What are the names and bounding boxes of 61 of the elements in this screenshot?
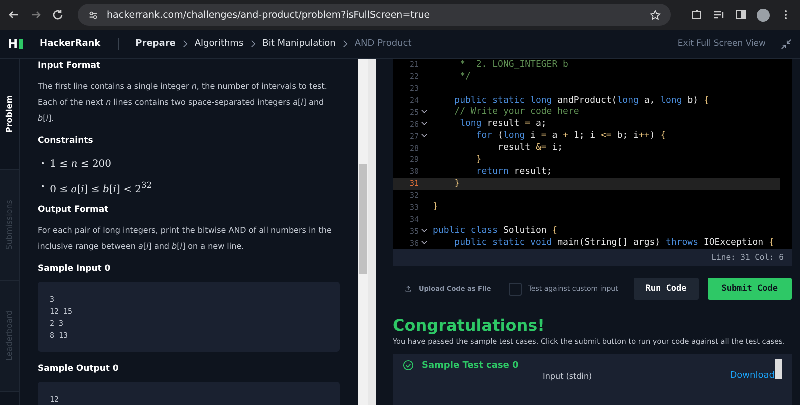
download-link[interactable]: Download (730, 371, 775, 381)
code-line: } (475, 154, 482, 165)
code-line: result &= i; (497, 143, 564, 154)
fold-chevron-icon[interactable] (420, 121, 428, 128)
address-bar[interactable]: hackerrank.com/challenges/and-product/problem?isFullScreen=true (78, 4, 671, 26)
code-line: // Write your code here (454, 107, 580, 118)
cursor-position: Line: 31 Col: 6 (712, 253, 784, 262)
section-heading: Input Format (38, 61, 102, 71)
code-line: */ (459, 72, 471, 82)
upload-icon (405, 286, 412, 292)
star-icon[interactable] (650, 10, 661, 20)
code-line: } (454, 178, 460, 189)
section-heading: Constraints (38, 136, 94, 146)
fold-chevron-icon[interactable] (420, 109, 428, 116)
code-line: public static long andProduct(long a, long b) { (454, 96, 710, 106)
result-title: Congratulations! (393, 316, 546, 335)
scrollbar[interactable] (775, 359, 782, 379)
chevron-icon (182, 40, 188, 48)
code-line: public static void main(String[] args) throws IOException { (454, 238, 774, 248)
test-case-title[interactable]: Sample Test case 0 (422, 360, 519, 370)
scrollbar[interactable] (358, 59, 368, 405)
check-circle-icon (403, 360, 414, 371)
breadcrumb-link[interactable]: Prepare (136, 39, 176, 49)
submit-code-button[interactable]: Submit Code (708, 278, 792, 300)
code-line: long result = a; (459, 119, 547, 130)
constraint-item: 1 ≤ n ≤ 200 (50, 158, 112, 172)
logo-mark[interactable]: H (8, 37, 24, 51)
run-code-button[interactable]: Run Code (634, 278, 699, 300)
fold-chevron-icon[interactable] (420, 133, 428, 140)
url-text: hackerrank.com/challenges/and-product/problem?isFullScreen=true (107, 10, 432, 20)
section-heading: Sample Output 0 (38, 364, 120, 374)
site-settings-icon[interactable] (88, 10, 99, 20)
code-line: return result; (475, 166, 552, 177)
section-heading: Output Format (38, 205, 110, 216)
fold-chevron-icon[interactable] (420, 240, 428, 246)
playlist-icon[interactable] (713, 9, 725, 21)
profile-avatar[interactable] (757, 8, 770, 22)
breadcrumb-link[interactable]: Bit Manipulation (262, 39, 336, 49)
side-panel-icon[interactable] (735, 9, 747, 21)
back-icon[interactable] (8, 9, 20, 21)
description-text: For each pair of long integers, print the bitwise AND of all numbers in the inclusive range between a[i] and b[i] on a new line. (38, 225, 333, 254)
fold-chevron-icon[interactable] (420, 228, 428, 234)
forward-icon[interactable] (30, 9, 42, 21)
section-heading: Sample Input 0 (38, 264, 112, 274)
custom-input-checkbox[interactable] (509, 282, 522, 296)
code-line: * 2. LONG_INTEGER b (459, 60, 568, 70)
exit-fullscreen-link[interactable]: Exit Full Screen View (678, 39, 766, 49)
description-text: The first line contains a single integer n, the number of intervals to test. Each of the next n lines contains two space-separated integers a[i] and b[i]. (38, 81, 328, 125)
extensions-icon[interactable] (691, 9, 703, 21)
chevron-icon (250, 40, 256, 48)
code-line: } (433, 202, 438, 212)
chevron-icon (342, 40, 348, 48)
code-line: public class Solution { (433, 226, 558, 236)
collapse-icon[interactable] (781, 38, 792, 50)
breadcrumb-link[interactable]: Algorithms (194, 39, 244, 49)
code-line: for (long i = a + 1; i <= b; i++) { (475, 131, 666, 142)
constraint-item: 0 ≤ a[i] ≤ b[i] < 2$^{32}$ (50, 179, 152, 198)
brand-name[interactable]: HackerRank (40, 39, 101, 49)
reload-icon[interactable] (52, 9, 64, 21)
input-label: Input (stdin) (543, 372, 592, 380)
code-editor[interactable] (393, 59, 792, 249)
